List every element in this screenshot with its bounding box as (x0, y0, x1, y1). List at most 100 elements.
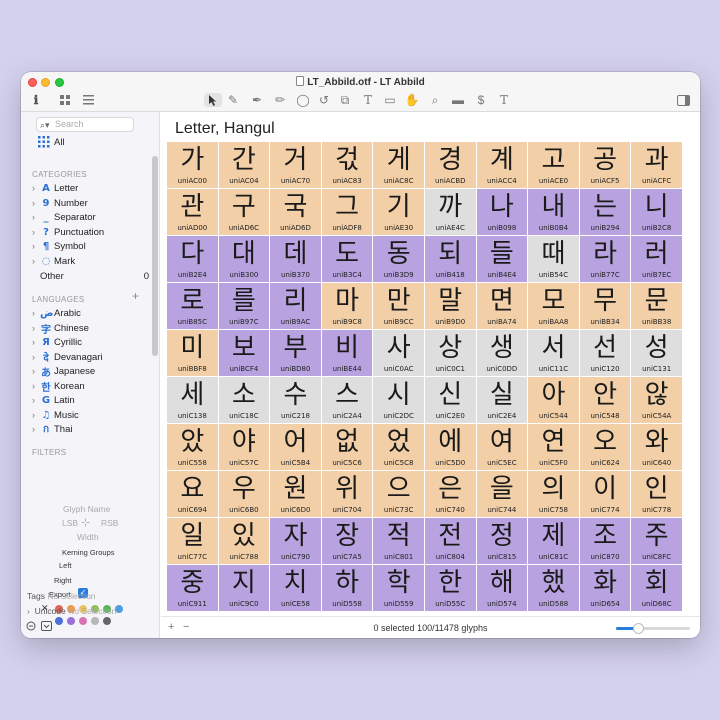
glyph-cell[interactable]: 걳 uniAC83 (321, 142, 374, 189)
glyph-cell[interactable]: 을 uniC744 (476, 471, 529, 518)
glyph-cell[interactable]: 면 uniBA74 (476, 283, 529, 330)
glyph-cell[interactable]: 과 uniACFC (631, 142, 683, 189)
glyph-cell[interactable]: 학 uniD559 (373, 565, 425, 612)
glyph-cell[interactable]: 가 uniAC00 (167, 142, 219, 189)
glyph-cell[interactable]: 신 uniC2E0 (424, 377, 477, 424)
chevron-right-icon[interactable]: › (32, 227, 40, 237)
chevron-right-icon[interactable]: › (27, 606, 30, 616)
glyph-cell[interactable]: 인 uniC778 (631, 471, 683, 518)
glyph-cell[interactable]: 전 uniC804 (424, 518, 477, 565)
glyph-cell[interactable]: 경 uniACBD (424, 142, 477, 189)
sidebar-item-other[interactable]: Other 0 (32, 269, 152, 283)
glyph-cell[interactable]: 에 uniC5D0 (424, 424, 477, 471)
glyph-cell[interactable]: 간 uniAC04 (218, 142, 271, 189)
glyph-cell[interactable]: 어 uniC5B4 (270, 424, 322, 471)
glyph-cell[interactable]: 마 uniB9C8 (321, 283, 374, 330)
glyph-cell[interactable]: 내 uniB0B4 (528, 189, 580, 236)
glyph-cell[interactable]: 때 uniB54C (528, 236, 580, 283)
sidebar-item-arabic[interactable]: › ض Arabic (32, 306, 152, 320)
sidebar-item-devanagari[interactable]: › दे Devanagari (32, 350, 152, 365)
chevron-right-icon[interactable]: › (32, 352, 40, 362)
glyph-cell[interactable]: 게 uniAC8C (373, 142, 425, 189)
color-dot-gray[interactable] (91, 617, 99, 625)
glyph-cell[interactable]: 무 uniBB34 (579, 283, 632, 330)
glyph-cell[interactable]: 제 uniC81C (528, 518, 580, 565)
glyph-cell[interactable]: 라 uniB77C (579, 236, 632, 283)
hand-tool-icon[interactable]: ✋ (405, 93, 420, 107)
lsb-filter[interactable]: LSB (62, 518, 78, 528)
glyph-cell[interactable]: 자 uniC790 (270, 518, 322, 565)
glyph-cell[interactable]: 미 uniBBF8 (167, 330, 219, 377)
scale-tool-icon[interactable]: ⧉ (339, 93, 351, 107)
glyph-cell[interactable]: 말 uniB9D0 (424, 283, 477, 330)
info-icon[interactable]: ℹ (31, 93, 41, 107)
glyph-cell[interactable]: 중 uniC911 (167, 565, 219, 612)
glyph-cell[interactable]: 들 uniB4E4 (476, 236, 529, 283)
sidebar-item-symbol[interactable]: › ¶ Symbol (32, 239, 152, 253)
chevron-right-icon[interactable]: › (32, 212, 40, 222)
pencil-tool-icon[interactable]: ✏ (273, 93, 287, 107)
glyph-cell[interactable]: 안 uniC548 (579, 377, 632, 424)
glyph-cell[interactable]: 실 uniC2E4 (476, 377, 529, 424)
zoom-slider[interactable] (616, 623, 690, 634)
glyph-cell[interactable]: 까 uniAE4C (424, 189, 477, 236)
glyph-cell[interactable]: 여 uniC5EC (476, 424, 529, 471)
glyph-cell[interactable]: 야 uniC57C (218, 424, 271, 471)
glyph-cell[interactable]: 선 uniC120 (579, 330, 632, 377)
glyph-cell[interactable]: 만 uniB9CC (373, 283, 425, 330)
glyph-cell[interactable]: 동 uniB3D9 (373, 236, 425, 283)
search-field[interactable]: ⌕▾ Search (36, 117, 134, 132)
glyph-cell[interactable]: 의 uniC758 (528, 471, 580, 518)
glyph-cell[interactable]: 장 uniC7A5 (321, 518, 374, 565)
chevron-right-icon[interactable]: › (32, 323, 40, 333)
chevron-right-icon[interactable]: › (32, 308, 40, 318)
sidebar-item-separator[interactable]: › _ Separator (32, 210, 152, 224)
glyph-cell[interactable]: 시 uniC2DC (373, 377, 425, 424)
select-tool-icon[interactable] (204, 93, 222, 107)
chevron-right-icon[interactable]: › (32, 410, 40, 420)
chevron-right-icon[interactable]: › (32, 366, 40, 376)
glyph-cell[interactable]: 보 uniBCF4 (218, 330, 271, 377)
glyph-cell[interactable]: 관 uniAD00 (167, 189, 219, 236)
glyph-cell[interactable]: 상 uniC0C1 (424, 330, 477, 377)
glyph-cell[interactable]: 는 uniB294 (579, 189, 632, 236)
glyph-cell[interactable]: 해 uniD574 (476, 565, 529, 612)
text-tool-icon[interactable]: T (362, 93, 374, 107)
glyph-cell[interactable]: 니 uniB2C8 (631, 189, 683, 236)
glyph-cell[interactable]: 문 uniBB38 (631, 283, 683, 330)
glyph-cell[interactable]: 사 uniC0AC (373, 330, 425, 377)
annotation-tool-icon[interactable]: ▭ (384, 93, 396, 107)
glyph-cell[interactable]: 데 uniB370 (270, 236, 322, 283)
glyph-cell[interactable]: 모 uniBAA8 (528, 283, 580, 330)
sidebar-menu-icon[interactable] (41, 621, 52, 633)
tags-row[interactable]: Tags No Selection (27, 591, 96, 601)
chevron-right-icon[interactable]: › (32, 241, 40, 251)
color-dot-purple[interactable] (67, 617, 75, 625)
glyph-cell[interactable]: 기 uniAE30 (373, 189, 425, 236)
glyph-cell[interactable]: 수 uniC218 (270, 377, 322, 424)
sidebar-item-letter[interactable]: › A Letter (32, 181, 152, 195)
glyph-cell[interactable]: 구 uniAD6C (218, 189, 271, 236)
glyph-cell[interactable]: 거 uniAC70 (270, 142, 322, 189)
width-filter[interactable]: Width (77, 532, 99, 542)
chevron-right-icon[interactable]: › (32, 381, 40, 391)
sidebar-item-punctuation[interactable]: ›? Punctuation (32, 225, 152, 239)
glyph-cell[interactable]: 스 uniC2A4 (321, 377, 374, 424)
inspector-toggle-icon[interactable] (676, 93, 690, 107)
add-language-button[interactable]: + (132, 289, 139, 303)
glyph-cell[interactable]: 이 uniC774 (579, 471, 632, 518)
glyph-cell[interactable]: 지 uniC9C0 (218, 565, 271, 612)
chevron-right-icon[interactable]: › (32, 256, 40, 266)
glyph-cell[interactable]: 했 uniD588 (528, 565, 580, 612)
sidebar-item-all[interactable]: All (38, 135, 158, 149)
glyph-cell[interactable]: 를 uniB97C (218, 283, 271, 330)
glyph-cell[interactable]: 고 uniACE0 (528, 142, 580, 189)
glyph-cell[interactable]: 일 uniC77C (167, 518, 219, 565)
glyph-cell[interactable]: 조 uniC870 (579, 518, 632, 565)
sidebar-item-japanese[interactable]: › あ Japanese (32, 364, 152, 379)
chevron-right-icon[interactable]: › (32, 395, 40, 405)
rsb-filter[interactable]: RSB (101, 518, 118, 528)
glyph-cell[interactable]: 그 uniADF8 (321, 189, 374, 236)
glyph-cell[interactable]: 정 uniC815 (476, 518, 529, 565)
pen-tool-icon[interactable]: ✒ (251, 93, 263, 107)
